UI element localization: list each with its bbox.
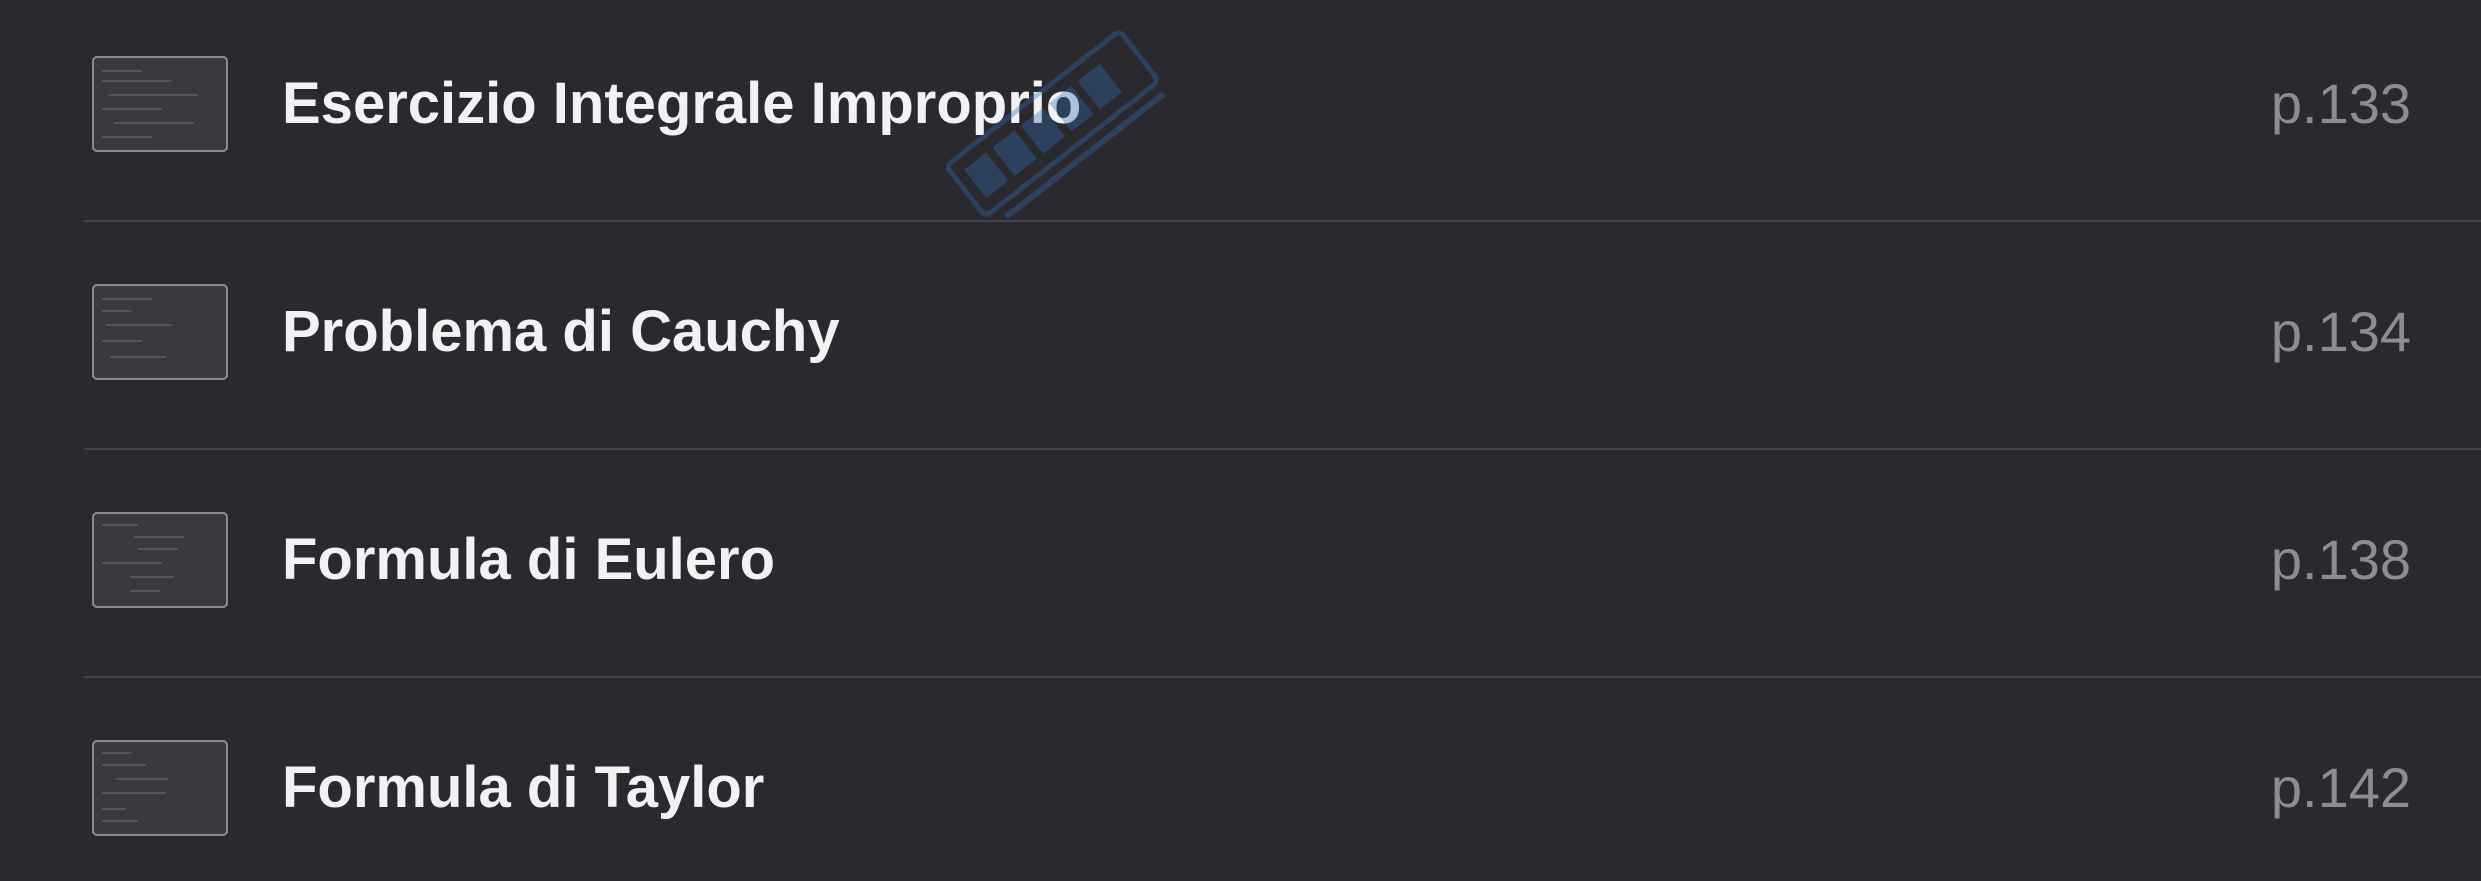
toc-item-page: p.134 [2270, 300, 2411, 363]
table-of-contents-list: Esercizio Integrale Improprio p.133 Prob… [0, 0, 2481, 881]
page-thumbnail-icon [92, 284, 228, 380]
toc-item-page: p.138 [2270, 528, 2411, 591]
toc-item-title: Formula di Taylor [282, 755, 765, 820]
toc-item[interactable]: Esercizio Integrale Improprio p.133 [0, 0, 2481, 222]
toc-item[interactable]: Formula di Taylor p.142 [0, 678, 2481, 881]
toc-item-title: Formula di Eulero [282, 527, 776, 592]
page-thumbnail-icon [92, 56, 228, 152]
toc-item-title: Problema di Cauchy [282, 299, 840, 364]
page-thumbnail-icon [92, 740, 228, 836]
page-thumbnail-icon [92, 512, 228, 608]
toc-item-page: p.133 [2270, 72, 2411, 135]
toc-item-page: p.142 [2270, 756, 2411, 819]
toc-item[interactable]: Formula di Eulero p.138 [0, 450, 2481, 678]
toc-item-title: Esercizio Integrale Improprio [282, 71, 1082, 136]
toc-item[interactable]: Problema di Cauchy p.134 [0, 222, 2481, 450]
